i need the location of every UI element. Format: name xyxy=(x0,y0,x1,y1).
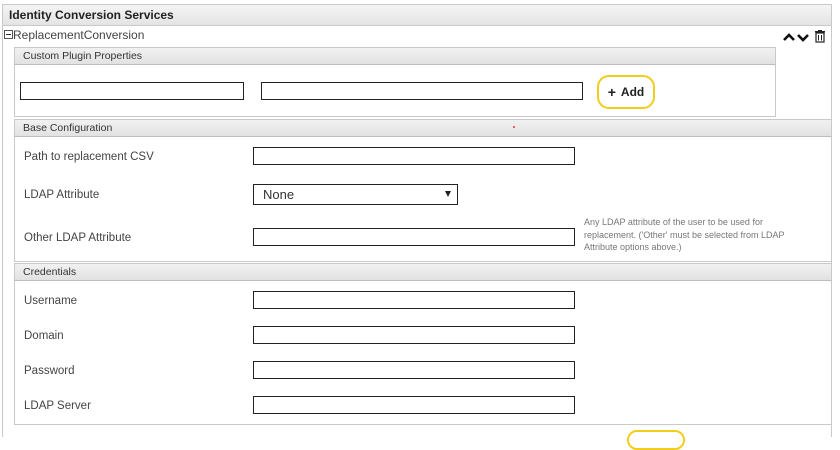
chevron-down-icon xyxy=(797,34,809,42)
help-line: Any LDAP attribute of the user to be use… xyxy=(584,217,763,227)
plugin-name: ReplacementConversion xyxy=(13,28,145,42)
domain-label: Domain xyxy=(24,330,64,342)
delete-button[interactable] xyxy=(814,30,828,44)
bottom-action-button[interactable] xyxy=(627,430,685,450)
ldap-server-input[interactable] xyxy=(253,396,575,414)
trash-icon xyxy=(815,30,825,43)
collapse-toggle-icon[interactable] xyxy=(4,30,13,39)
move-up-button[interactable] xyxy=(782,30,796,44)
ldap-server-label: LDAP Server xyxy=(24,400,91,412)
panel-title: Identity Conversion Services xyxy=(2,4,832,26)
property-key-input[interactable] xyxy=(20,82,244,100)
username-label: Username xyxy=(24,295,78,307)
path-csv-input[interactable] xyxy=(253,147,575,165)
dropdown-arrow-icon xyxy=(445,191,451,197)
other-ldap-help-text: Any LDAP attribute of the user to be use… xyxy=(584,216,824,254)
other-ldap-attribute-label: Other LDAP Attribute xyxy=(24,232,132,244)
required-marker xyxy=(513,126,515,128)
add-property-button[interactable]: + Add xyxy=(597,75,655,109)
add-button-label: Add xyxy=(620,85,645,99)
password-label: Password xyxy=(24,365,75,377)
path-csv-label: Path to replacement CSV xyxy=(24,151,154,163)
help-line: replacement. ('Other' must be selected f… xyxy=(584,229,785,240)
plus-icon: + xyxy=(607,84,616,100)
help-line: Attribute options above.) xyxy=(584,242,682,252)
panel-left-border xyxy=(2,26,3,437)
move-down-button[interactable] xyxy=(796,30,810,44)
username-input[interactable] xyxy=(253,291,575,309)
chevron-up-icon xyxy=(783,33,795,41)
base-configuration-header: Base Configuration xyxy=(14,119,832,137)
password-input[interactable] xyxy=(253,361,575,379)
custom-plugin-properties-header: Custom Plugin Properties xyxy=(14,47,776,65)
ldap-attribute-select[interactable]: None xyxy=(253,184,458,205)
other-ldap-attribute-input[interactable] xyxy=(253,228,575,246)
ldap-attribute-selected-value: None xyxy=(263,187,295,202)
domain-input[interactable] xyxy=(253,326,575,344)
ldap-attribute-label: LDAP Attribute xyxy=(24,189,100,201)
credentials-header: Credentials xyxy=(14,263,832,281)
property-value-input[interactable] xyxy=(261,82,583,100)
